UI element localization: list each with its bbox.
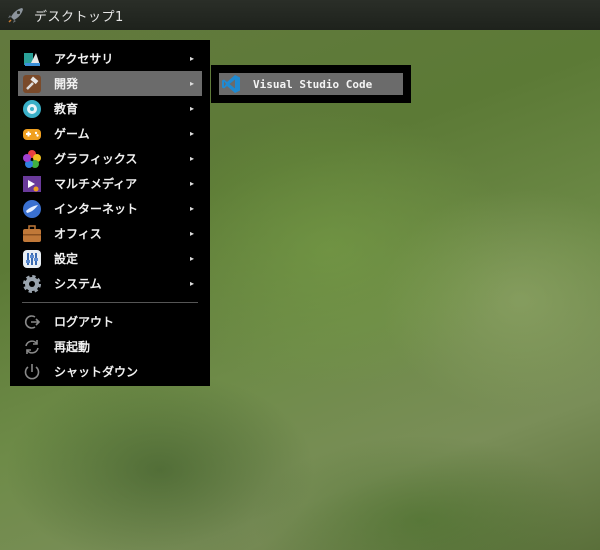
menu-item-label: ログアウト bbox=[54, 315, 115, 329]
office-icon bbox=[22, 224, 42, 244]
menu-item-shutdown[interactable]: シャットダウン bbox=[18, 359, 202, 384]
menu-item-label: 設定 bbox=[54, 252, 79, 266]
development-submenu: Visual Studio Code bbox=[211, 65, 411, 103]
menu-item-label: 再起動 bbox=[54, 340, 91, 354]
vscode-icon bbox=[219, 73, 243, 95]
accessories-icon bbox=[22, 49, 42, 69]
rocket-icon[interactable] bbox=[6, 5, 26, 25]
menu-item-restart[interactable]: 再起動 bbox=[18, 334, 202, 359]
menu-item-development[interactable]: 開発 ▸ bbox=[18, 71, 202, 96]
application-menu: アクセサリ ▸ 開発 ▸ 教育 ▸ ゲーム ▸ グラフィックス ▸ マルチメディ… bbox=[10, 40, 210, 386]
desktop-title[interactable]: デスクトップ1 bbox=[34, 6, 124, 25]
submenu-arrow-icon: ▸ bbox=[189, 229, 194, 238]
submenu-arrow-icon: ▸ bbox=[189, 54, 194, 63]
submenu-arrow-icon: ▸ bbox=[189, 129, 194, 138]
games-icon bbox=[22, 124, 42, 144]
menu-item-graphics[interactable]: グラフィックス ▸ bbox=[18, 146, 202, 171]
multimedia-icon bbox=[22, 174, 42, 194]
menu-item-logout[interactable]: ログアウト bbox=[18, 309, 202, 334]
submenu-arrow-icon: ▸ bbox=[189, 79, 194, 88]
menu-item-label: システム bbox=[54, 277, 102, 291]
menu-item-label: インターネット bbox=[54, 202, 139, 216]
menu-item-games[interactable]: ゲーム ▸ bbox=[18, 121, 202, 146]
submenu-arrow-icon: ▸ bbox=[189, 204, 194, 213]
education-icon bbox=[22, 99, 42, 119]
menu-separator bbox=[22, 302, 198, 303]
submenu-arrow-icon: ▸ bbox=[189, 104, 194, 113]
internet-icon bbox=[22, 199, 42, 219]
submenu-arrow-icon: ▸ bbox=[189, 279, 194, 288]
system-icon bbox=[22, 274, 42, 294]
menu-item-education[interactable]: 教育 ▸ bbox=[18, 96, 202, 121]
submenu-arrow-icon: ▸ bbox=[189, 254, 194, 263]
menu-item-system[interactable]: システム ▸ bbox=[18, 271, 202, 296]
menu-item-accessories[interactable]: アクセサリ ▸ bbox=[18, 46, 202, 71]
menu-item-settings[interactable]: 設定 ▸ bbox=[18, 246, 202, 271]
menu-item-label: ゲーム bbox=[54, 127, 90, 141]
menu-item-office[interactable]: オフィス ▸ bbox=[18, 221, 202, 246]
menu-item-label: アクセサリ bbox=[54, 52, 114, 66]
menu-item-label: 開発 bbox=[54, 77, 79, 91]
menu-item-internet[interactable]: インターネット ▸ bbox=[18, 196, 202, 221]
submenu-item-vscode[interactable]: Visual Studio Code bbox=[219, 73, 403, 95]
power-icon bbox=[22, 362, 42, 382]
menu-item-label: オフィス bbox=[54, 227, 102, 241]
taskbar: デスクトップ1 bbox=[0, 0, 600, 30]
restart-icon bbox=[22, 337, 42, 357]
menu-item-label: グラフィックス bbox=[54, 152, 138, 166]
menu-item-label: シャットダウン bbox=[54, 365, 139, 379]
logout-icon bbox=[22, 312, 42, 332]
development-icon bbox=[22, 74, 42, 94]
submenu-arrow-icon: ▸ bbox=[189, 154, 194, 163]
menu-item-label: 教育 bbox=[54, 102, 79, 116]
graphics-icon bbox=[22, 149, 42, 169]
settings-icon bbox=[22, 249, 42, 269]
menu-item-multimedia[interactable]: マルチメディア ▸ bbox=[18, 171, 202, 196]
submenu-item-label: Visual Studio Code bbox=[253, 77, 373, 91]
menu-item-label: マルチメディア bbox=[54, 177, 138, 191]
submenu-arrow-icon: ▸ bbox=[189, 179, 194, 188]
